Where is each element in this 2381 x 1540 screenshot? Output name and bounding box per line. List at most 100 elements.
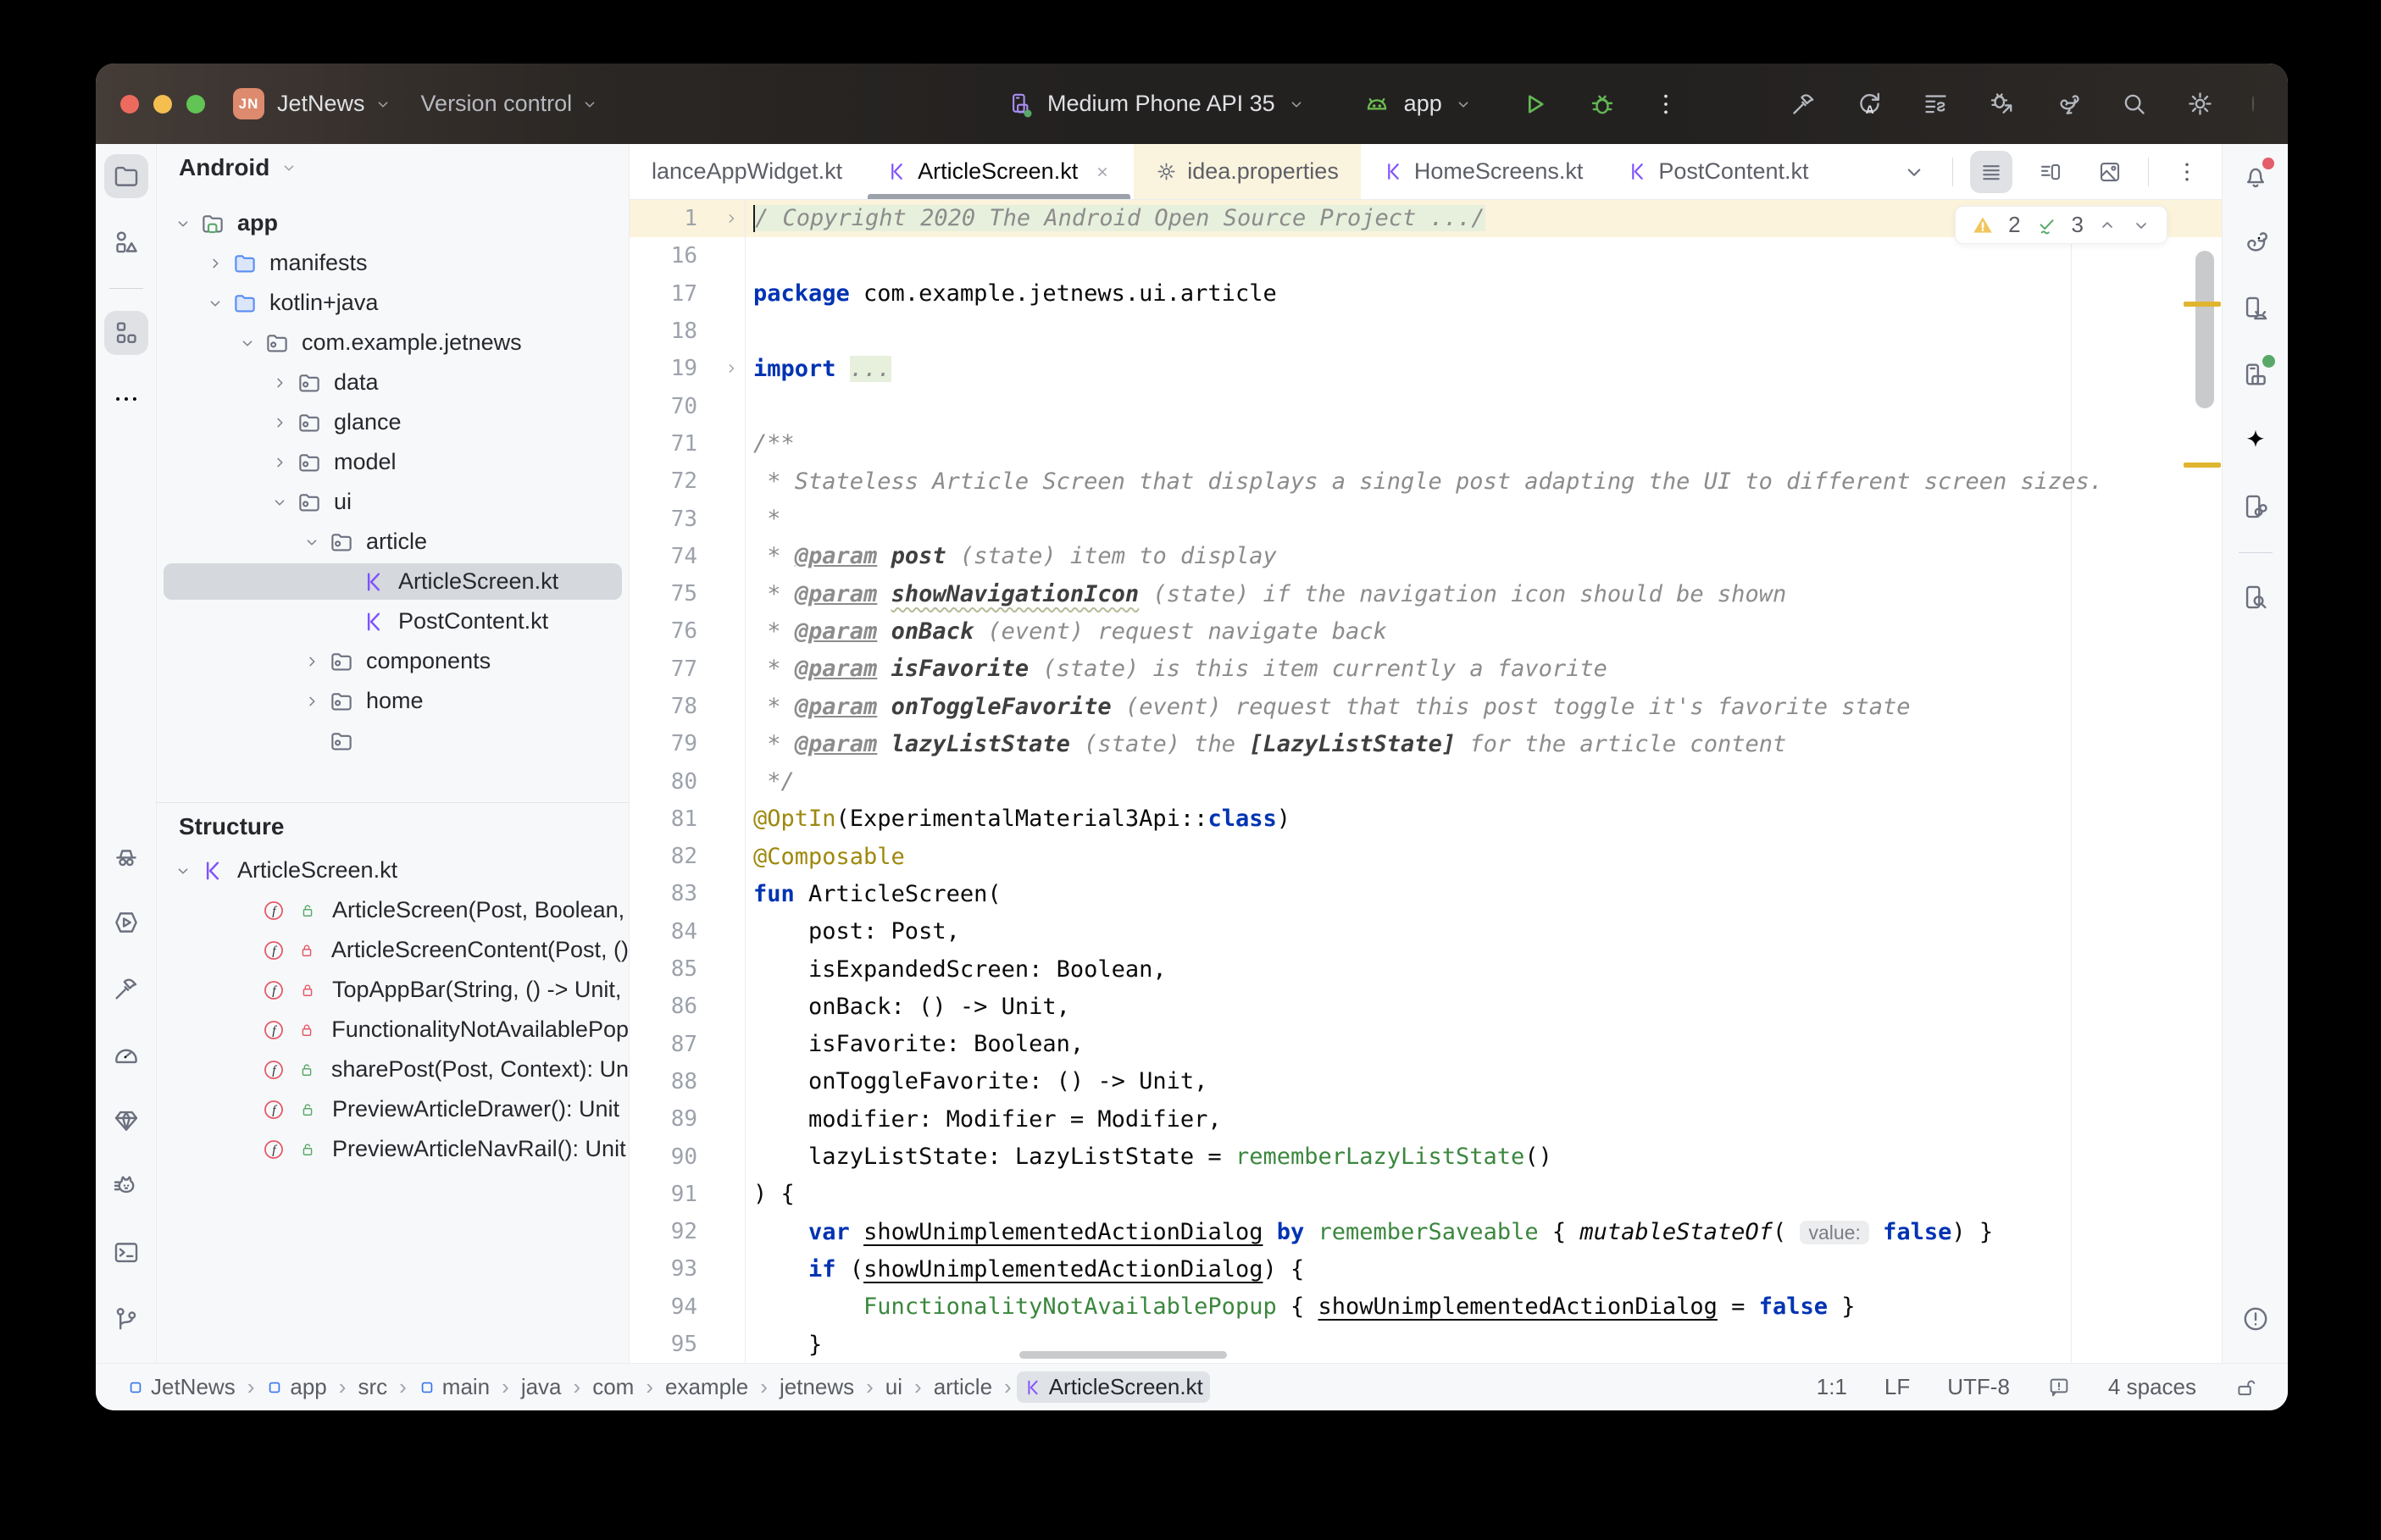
structure-panel-header[interactable]: Structure (157, 803, 629, 850)
tree-item-app[interactable]: app (157, 203, 629, 243)
device-mirror-icon[interactable] (2234, 485, 2278, 529)
close-icon[interactable] (1093, 163, 1112, 181)
code-line-70[interactable]: 70 (630, 387, 2222, 425)
code-line-94[interactable]: 94 FunctionalityNotAvailablePopup { show… (630, 1288, 2222, 1326)
code-line-86[interactable]: 86 onBack: () -> Unit, (630, 988, 2222, 1026)
toolwindows-button[interactable] (1922, 90, 1950, 118)
code-line-75[interactable]: 75 * @param showNavigationIcon (state) i… (630, 574, 2222, 613)
code-line-80[interactable]: 80 */ (630, 762, 2222, 800)
app-inspection-icon[interactable] (104, 834, 148, 878)
device-explorer-icon[interactable] (2234, 575, 2278, 619)
breadcrumb-item-example[interactable]: example (658, 1371, 755, 1403)
breadcrumb-item-article[interactable]: article (927, 1371, 999, 1403)
project-name-menu[interactable]: JetNews (277, 91, 365, 117)
avatar[interactable] (2252, 95, 2254, 112)
chevron-right-icon[interactable] (203, 254, 228, 273)
code-line-78[interactable]: 78 * @param onToggleFavorite (event) req… (630, 687, 2222, 726)
code-line-79[interactable]: 79 * @param lazyListState (state) the [L… (630, 725, 2222, 763)
tab-lanceappwidget-kt[interactable]: lanceAppWidget.kt (630, 144, 864, 199)
chevron-down-icon[interactable] (235, 334, 260, 352)
split-view-button[interactable] (2029, 151, 2072, 193)
inspections-widget[interactable]: 23 (1955, 206, 2167, 244)
structure-item[interactable]: f FunctionalityNotAvailablePop (157, 1010, 629, 1050)
chevron-right-icon[interactable] (299, 652, 325, 671)
window-controls[interactable] (120, 94, 205, 114)
code-line-76[interactable]: 76 * @param onBack (event) request navig… (630, 612, 2222, 651)
vcs-menu[interactable]: Version control (421, 91, 573, 117)
notifications-icon[interactable] (2234, 154, 2278, 198)
breadcrumb-item-jetnews[interactable]: jetnews (773, 1371, 861, 1403)
code-line-88[interactable]: 88 onToggleFavorite: () -> Unit, (630, 1062, 2222, 1101)
next-problem-button[interactable] (2131, 215, 2151, 235)
breadcrumb-item-app[interactable]: app (259, 1371, 333, 1403)
tree-item-model[interactable]: model (157, 442, 629, 482)
version-control-icon[interactable] (104, 1297, 148, 1341)
code-line-90[interactable]: 90 lazyListState: LazyListState = rememb… (630, 1138, 2222, 1176)
breadcrumb-item-src[interactable]: src (351, 1371, 394, 1403)
code-line-71[interactable]: 71 /** (630, 424, 2222, 463)
code-line-91[interactable]: 91) { (630, 1175, 2222, 1214)
power-profiler-icon[interactable] (104, 1033, 148, 1077)
commit-icon[interactable] (104, 220, 148, 264)
structure-root[interactable]: ArticleScreen.kt (157, 850, 629, 890)
structure-item[interactable]: f PreviewArticleNavRail(): Unit (157, 1129, 629, 1169)
tree-item-data[interactable]: data (157, 363, 629, 402)
gemini-icon[interactable] (2234, 418, 2278, 463)
tree-item-ui[interactable]: ui (157, 482, 629, 522)
code-line-95[interactable]: 95 } (630, 1325, 2222, 1363)
device-manager-icon[interactable] (2234, 286, 2278, 330)
chevron-down-icon[interactable] (170, 214, 196, 233)
debug-button[interactable] (1588, 90, 1617, 119)
breadcrumb-item-ui[interactable]: ui (879, 1371, 909, 1403)
code-line-82[interactable]: 82 @Composable (630, 838, 2222, 876)
minimize-window-button[interactable] (153, 94, 172, 114)
device-selector[interactable]: Medium Phone API 35 (1047, 91, 1275, 117)
tree-item-manifests[interactable]: manifests (157, 243, 629, 283)
code-line-84[interactable]: 84 post: Post, (630, 912, 2222, 950)
structure-item[interactable]: f ArticleScreenContent(Post, () (157, 930, 629, 970)
structure-item[interactable]: f ArticleScreen(Post, Boolean, (157, 890, 629, 930)
breadcrumb-item-com[interactable]: com (586, 1371, 641, 1403)
code-line-93[interactable]: 93 if (showUnimplementedActionDialog) { (630, 1250, 2222, 1288)
more-icon[interactable] (104, 377, 148, 421)
breadcrumb-item-jetnews[interactable]: JetNews (120, 1371, 242, 1403)
code-line-72[interactable]: 72 * Stateless Article Screen that displ… (630, 463, 2222, 501)
chevron-down-icon[interactable] (1893, 151, 1935, 193)
tree-item-postcontent-kt[interactable]: PostContent.kt (157, 601, 629, 641)
zoom-window-button[interactable] (186, 94, 205, 114)
tab-postcontent-kt[interactable]: PostContent.kt (1605, 144, 1830, 199)
editor-horizontal-scrollbar[interactable] (1019, 1351, 1227, 1359)
build-toolwindow-icon[interactable] (104, 967, 148, 1011)
code-line-18[interactable]: 18 (630, 312, 2222, 351)
run-button[interactable] (1520, 90, 1549, 119)
unlock-icon[interactable] (2234, 1376, 2257, 1399)
code-view-button[interactable] (1970, 150, 2012, 193)
encoding-widget[interactable]: UTF-8 (1947, 1374, 2010, 1400)
tab-homescreens-kt[interactable]: HomeScreens.kt (1361, 144, 1606, 199)
fold-arrow-icon[interactable] (723, 210, 740, 227)
code-line-89[interactable]: 89 modifier: Modifier = Modifier, (630, 1100, 2222, 1138)
inspection-profile-icon[interactable] (2047, 1376, 2071, 1399)
terminal-icon[interactable] (104, 1231, 148, 1275)
more-actions-button[interactable] (1652, 91, 1679, 118)
tab-articlescreen-kt[interactable]: ArticleScreen.kt (864, 144, 1134, 199)
tree-item-kotlin-java[interactable]: kotlin+java (157, 283, 629, 323)
structure-item[interactable]: f sharePost(Post, Context): Un (157, 1050, 629, 1089)
chevron-right-icon[interactable] (299, 692, 325, 711)
run-configuration-selector[interactable]: app (1404, 91, 1442, 117)
code-line-77[interactable]: 77 * @param isFavorite (state) is this i… (630, 650, 2222, 688)
gradle-sync-button[interactable] (2054, 90, 2082, 118)
warning-stripe-mark[interactable] (2184, 302, 2221, 307)
caret-position-widget[interactable]: 1:1 (1817, 1374, 1847, 1400)
chevron-right-icon[interactable] (267, 413, 292, 432)
code-line-19[interactable]: 19 import ... (630, 350, 2222, 388)
more-icon[interactable] (2166, 151, 2208, 193)
app-quality-insights-icon[interactable] (104, 1099, 148, 1143)
tree-item-home[interactable]: home (157, 681, 629, 721)
code-line-74[interactable]: 74 * @param post (state) item to display (630, 537, 2222, 575)
design-view-button[interactable] (2089, 151, 2131, 193)
profiler-icon[interactable] (104, 900, 148, 944)
tree-item-article[interactable]: article (157, 522, 629, 562)
code-line-92[interactable]: 92 var showUnimplementedActionDialog by … (630, 1213, 2222, 1251)
close-window-button[interactable] (120, 94, 139, 114)
